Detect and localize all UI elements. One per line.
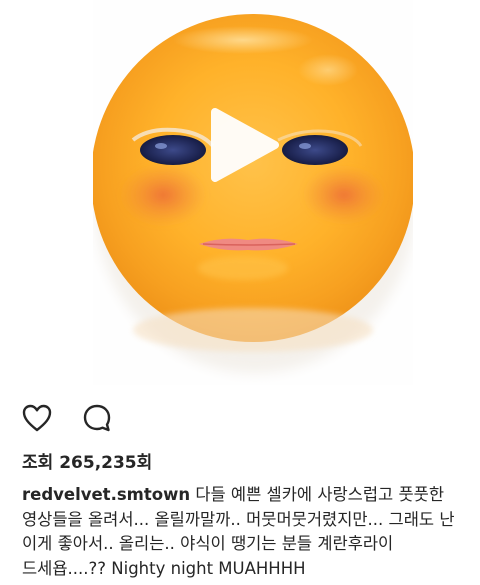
heart-outline-icon[interactable]	[20, 401, 54, 435]
post-actions	[20, 400, 114, 436]
view-count-label: 조회	[22, 453, 54, 473]
view-count-value: 265,235회	[59, 453, 153, 473]
video-frame[interactable]	[93, 0, 413, 385]
caption-username[interactable]: redvelvet.smtown	[22, 485, 190, 504]
speech-bubble-icon[interactable]	[80, 401, 114, 435]
play-icon[interactable]	[197, 100, 287, 190]
view-count: 조회 265,235회	[22, 448, 152, 473]
post-media[interactable]	[0, 0, 480, 385]
post-caption: redvelvet.smtown 다들 예쁜 셀카에 사랑스럽고 풋풋한 영상들…	[22, 483, 466, 581]
egg-yolk-face-image	[93, 0, 413, 385]
